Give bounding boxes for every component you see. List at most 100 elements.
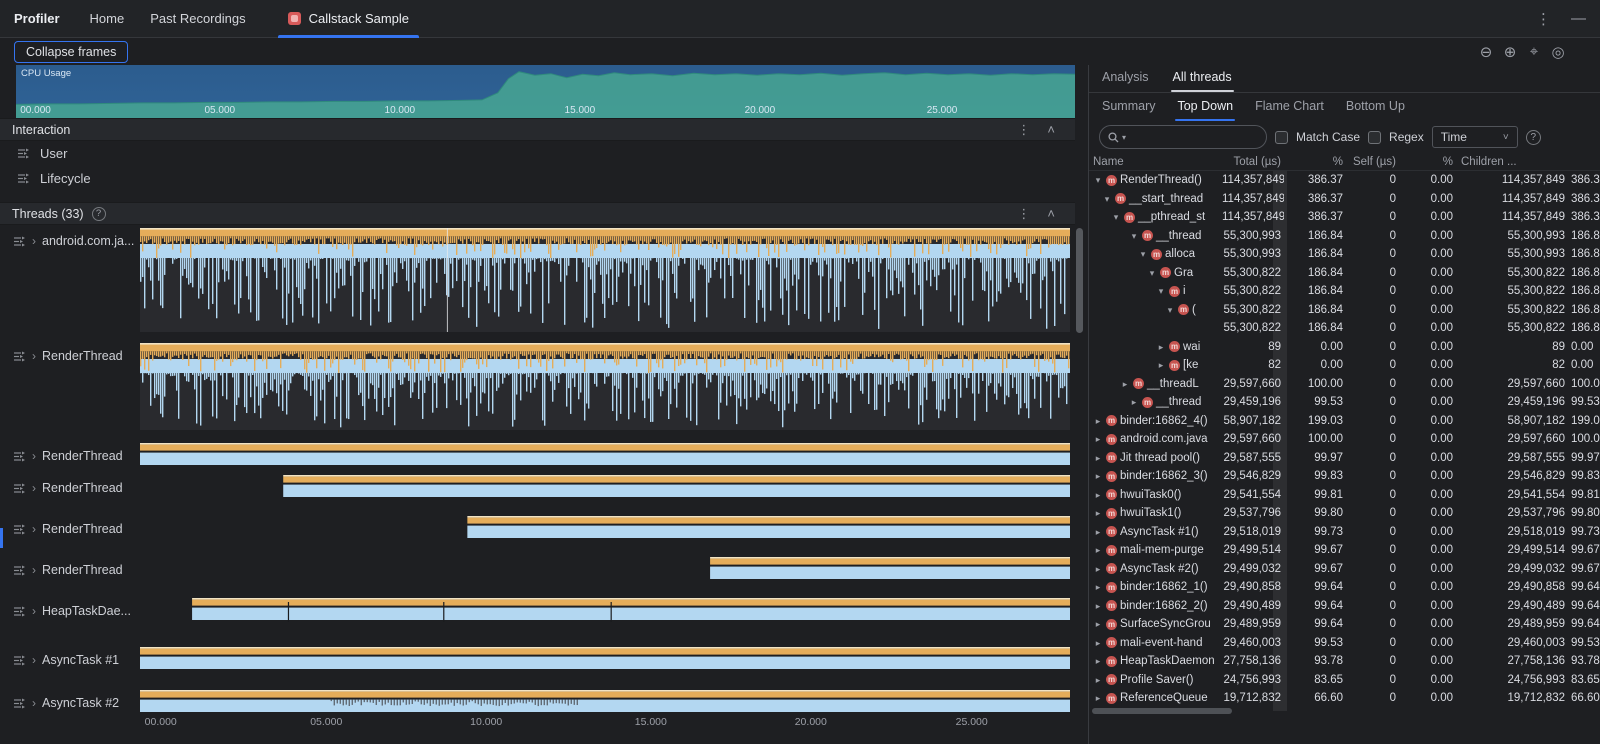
- table-row[interactable]: ▾mGra55,300,822186.8400.0055,300,822186.…: [1089, 264, 1600, 283]
- zoom-to-selection-icon[interactable]: ⌖: [1526, 43, 1542, 60]
- tab-all-threads[interactable]: All threads: [1173, 70, 1232, 92]
- tree-chevron-icon[interactable]: ▸: [1156, 338, 1166, 357]
- table-row[interactable]: 55,300,822186.8400.0055,300,822186.84: [1089, 319, 1600, 338]
- thread-chevron-icon[interactable]: ›: [32, 653, 36, 667]
- kebab-menu-icon[interactable]: ⋮: [1536, 10, 1551, 28]
- thread-label[interactable]: ›RenderThread: [0, 557, 136, 583]
- interaction-row[interactable]: Lifecycle: [0, 166, 1075, 191]
- threads-collapse-icon[interactable]: ˄: [1047, 206, 1055, 222]
- tree-chevron-icon[interactable]: ▸: [1093, 578, 1103, 597]
- search-field[interactable]: ▾: [1099, 125, 1267, 149]
- table-row[interactable]: ▾m__thread55,300,993186.8400.0055,300,99…: [1089, 227, 1600, 246]
- table-row[interactable]: ▸m[ke820.0000.00820.00: [1089, 356, 1600, 375]
- zoom-out-icon[interactable]: ⊖: [1478, 43, 1494, 61]
- table-row[interactable]: ▸mAsyncTask #2()29,499,03299.6700.0029,4…: [1089, 560, 1600, 579]
- tree-chevron-icon[interactable]: ▸: [1093, 634, 1103, 653]
- thread-label[interactable]: ›android.com.ja...: [0, 228, 136, 254]
- filter-dropdown[interactable]: Time ˅: [1432, 126, 1518, 148]
- table-row[interactable]: ▾m__start_thread114,357,849386.3700.0011…: [1089, 190, 1600, 209]
- tree-chevron-icon[interactable]: ▾: [1147, 264, 1157, 283]
- tree-chevron-icon[interactable]: ▾: [1156, 282, 1166, 301]
- table-row[interactable]: ▸mSurfaceSyncGrou29,489,95999.6400.0029,…: [1089, 615, 1600, 634]
- table-row[interactable]: ▸mbinder:16862_1()29,490,85899.6400.0029…: [1089, 578, 1600, 597]
- tab-callstack-sample[interactable]: Callstack Sample: [272, 0, 425, 38]
- regex-checkbox[interactable]: [1368, 131, 1381, 144]
- reset-zoom-icon[interactable]: ◎: [1550, 43, 1566, 61]
- tree-chevron-icon[interactable]: ▸: [1093, 412, 1103, 431]
- interaction-kebab-icon[interactable]: ⋮: [1017, 122, 1030, 138]
- threads-help-icon[interactable]: ?: [92, 207, 106, 221]
- minimize-icon[interactable]: —: [1571, 10, 1586, 27]
- match-case-checkbox[interactable]: [1275, 131, 1288, 144]
- help-icon[interactable]: ?: [1526, 130, 1541, 145]
- thread-track[interactable]: [140, 516, 1070, 538]
- table-hscrollbar[interactable]: [1092, 708, 1232, 714]
- tree-chevron-icon[interactable]: ▸: [1156, 356, 1166, 375]
- tree-chevron-icon[interactable]: ▾: [1093, 171, 1103, 190]
- table-row[interactable]: ▸mwai890.0000.00890.00: [1089, 338, 1600, 357]
- table-row[interactable]: ▸mhwuiTask1()29,537,79699.8000.0029,537,…: [1089, 504, 1600, 523]
- tree-chevron-icon[interactable]: ▸: [1093, 504, 1103, 523]
- tree-chevron-icon[interactable]: ▸: [1093, 523, 1103, 542]
- table-row[interactable]: ▸mmali-event-hand29,460,00399.5300.0029,…: [1089, 634, 1600, 653]
- thread-label[interactable]: ›AsyncTask #1: [0, 647, 136, 673]
- tree-chevron-icon[interactable]: ▸: [1129, 393, 1139, 412]
- thread-track[interactable]: [140, 690, 1070, 712]
- thread-track[interactable]: [140, 475, 1070, 497]
- threads-scrollbar[interactable]: [1076, 228, 1083, 333]
- thread-chevron-icon[interactable]: ›: [32, 522, 36, 536]
- column-self-pct[interactable]: %: [1399, 153, 1456, 171]
- tree-chevron-icon[interactable]: ▸: [1093, 486, 1103, 505]
- nav-item-past-recordings[interactable]: Past Recordings: [150, 11, 245, 26]
- thread-chevron-icon[interactable]: ›: [32, 604, 36, 618]
- tab-analysis[interactable]: Analysis: [1102, 70, 1149, 92]
- column-name[interactable]: Name: [1089, 153, 1222, 171]
- tree-chevron-icon[interactable]: ▸: [1093, 560, 1103, 579]
- tree-chevron-icon[interactable]: ▸: [1093, 652, 1103, 671]
- table-row[interactable]: ▾m__pthread_st114,357,849386.3700.00114,…: [1089, 208, 1600, 227]
- tree-chevron-icon[interactable]: ▾: [1129, 227, 1139, 246]
- thread-track[interactable]: [140, 228, 1070, 332]
- column-children[interactable]: Children ...: [1456, 153, 1568, 171]
- column-total-pct[interactable]: %: [1284, 153, 1346, 171]
- thread-label[interactable]: ›AsyncTask #2: [0, 690, 136, 716]
- collapse-frames-button[interactable]: Collapse frames: [14, 41, 128, 63]
- search-options-caret-icon[interactable]: ▾: [1122, 133, 1126, 142]
- tree-chevron-icon[interactable]: ▸: [1120, 375, 1130, 394]
- table-row[interactable]: ▾malloca55,300,993186.8400.0055,300,9931…: [1089, 245, 1600, 264]
- table-row[interactable]: ▾mi55,300,822186.8400.0055,300,822186.84: [1089, 282, 1600, 301]
- thread-track[interactable]: [140, 443, 1070, 465]
- table-row[interactable]: ▸mandroid.com.java29,597,660100.0000.002…: [1089, 430, 1600, 449]
- thread-chevron-icon[interactable]: ›: [32, 349, 36, 363]
- table-row[interactable]: ▸mHeapTaskDaemon27,758,13693.7800.0027,7…: [1089, 652, 1600, 671]
- nav-item-home[interactable]: Home: [90, 11, 125, 26]
- thread-chevron-icon[interactable]: ›: [32, 696, 36, 710]
- search-input[interactable]: [1129, 130, 1258, 144]
- subtab-top-down[interactable]: Top Down: [1177, 99, 1233, 121]
- thread-track[interactable]: [140, 598, 1070, 622]
- tree-chevron-icon[interactable]: ▸: [1093, 671, 1103, 690]
- tree-chevron-icon[interactable]: ▸: [1093, 689, 1103, 708]
- thread-label[interactable]: ›RenderThread: [0, 516, 136, 542]
- interaction-row[interactable]: User: [0, 141, 1075, 166]
- subtab-summary[interactable]: Summary: [1102, 99, 1155, 121]
- thread-chevron-icon[interactable]: ›: [32, 481, 36, 495]
- thread-track[interactable]: [140, 343, 1070, 430]
- tree-chevron-icon[interactable]: ▸: [1093, 449, 1103, 468]
- cpu-usage-chart[interactable]: CPU Usage 00.00005.00010.00015.00020.000…: [16, 65, 1075, 118]
- table-row[interactable]: ▸m__thread29,459,19699.5300.0029,459,196…: [1089, 393, 1600, 412]
- table-row[interactable]: ▸mAsyncTask #1()29,518,01999.7300.0029,5…: [1089, 523, 1600, 542]
- zoom-in-icon[interactable]: ⊕: [1502, 43, 1518, 61]
- table-row[interactable]: ▸m__threadL29,597,660100.0000.0029,597,6…: [1089, 375, 1600, 394]
- tree-chevron-icon[interactable]: ▸: [1093, 541, 1103, 560]
- thread-label[interactable]: ›RenderThread: [0, 475, 136, 501]
- thread-track[interactable]: [140, 557, 1070, 579]
- tree-chevron-icon[interactable]: ▾: [1102, 190, 1112, 209]
- tree-chevron-icon[interactable]: ▸: [1093, 467, 1103, 486]
- tree-chevron-icon[interactable]: ▸: [1093, 430, 1103, 449]
- tree-chevron-icon[interactable]: ▸: [1093, 597, 1103, 616]
- tree-chevron-icon[interactable]: ▾: [1111, 208, 1121, 227]
- table-row[interactable]: ▸mbinder:16862_4()58,907,182199.0300.005…: [1089, 412, 1600, 431]
- thread-track[interactable]: [140, 647, 1070, 669]
- table-row[interactable]: ▸mReferenceQueue19,712,83266.6000.0019,7…: [1089, 689, 1600, 708]
